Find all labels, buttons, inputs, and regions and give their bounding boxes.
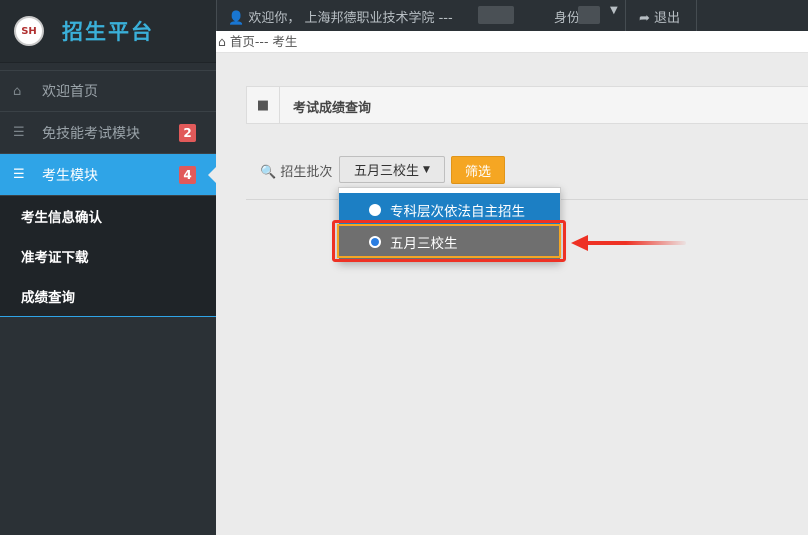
- list-icon: ☰: [13, 125, 25, 140]
- share-icon: ➦: [639, 11, 650, 26]
- page-title: 考试成绩查询: [293, 101, 372, 116]
- redacted-name: [478, 6, 514, 24]
- radio-icon: [369, 204, 381, 216]
- annotation-highlight-inner: [337, 224, 561, 258]
- logout-button[interactable]: ➦ 退出: [639, 7, 680, 26]
- filter-label: 🔍 招生批次: [260, 161, 332, 180]
- active-caret-icon: [208, 167, 216, 183]
- redacted-role: [578, 6, 600, 24]
- search-icon: 🔍: [260, 165, 277, 180]
- submenu-item-info-confirm[interactable]: 考生信息确认: [0, 196, 216, 236]
- divider: [216, 0, 217, 31]
- submenu-item-score-query[interactable]: 成绩查询: [0, 276, 216, 316]
- sidebar-item-candidate[interactable]: ☰ 考生模块 4: [0, 154, 216, 196]
- user-icon: ■: [247, 87, 280, 123]
- list-icon: ☰: [13, 167, 25, 182]
- sidebar-item-label: 免技能考试模块: [42, 125, 140, 142]
- sidebar-item-label: 欢迎首页: [42, 84, 98, 100]
- welcome-text: 👤 欢迎你， 上海邦德职业技术学院 ---: [228, 7, 453, 26]
- home-icon[interactable]: ⌂: [218, 34, 226, 49]
- count-badge: 2: [179, 124, 196, 142]
- panel-header: ■ 考试成绩查询: [246, 86, 808, 124]
- caret-down-icon: ▼: [423, 164, 430, 175]
- sidebar-item-exempt-exam[interactable]: ☰ 免技能考试模块 2: [0, 112, 216, 154]
- user-icon: 👤: [228, 11, 245, 26]
- top-bar: 👤 欢迎你， 上海邦德职业技术学院 --- 身份: ▼ ➦ 退出: [216, 0, 808, 31]
- filter-label-text: 招生批次: [280, 165, 333, 180]
- sidebar-item-home[interactable]: ⌂ 欢迎首页: [0, 70, 216, 112]
- candidate-submenu: 考生信息确认 准考证下载 成绩查询: [0, 196, 216, 317]
- welcome-label: 欢迎你， 上海邦德职业技术学院 ---: [248, 11, 453, 26]
- school-logo-icon: SH: [14, 16, 44, 46]
- arrow-left-icon: [571, 235, 588, 251]
- divider: [696, 0, 697, 31]
- breadcrumb: ⌂ 首页--- 考生: [216, 31, 808, 53]
- home-icon: ⌂: [13, 83, 22, 99]
- sidebar: SH 招生平台 ⌂ 欢迎首页 ☰ 免技能考试模块 2 ☰ 考生模块 4 考生信息…: [0, 0, 216, 535]
- sidebar-item-label: 考生模块: [42, 167, 98, 184]
- logout-label: 退出: [654, 11, 681, 26]
- brand-header: SH 招生平台: [0, 0, 216, 63]
- count-badge: 4: [179, 166, 196, 184]
- chevron-down-icon[interactable]: ▼: [610, 5, 618, 16]
- filter-button[interactable]: 筛选: [451, 156, 505, 184]
- batch-select-value: 五月三校生: [354, 164, 420, 179]
- option-label: 专科层次依法自主招生: [390, 204, 525, 220]
- annotation-arrow-shaft: [586, 241, 686, 245]
- submenu-item-admission-ticket[interactable]: 准考证下载: [0, 236, 216, 276]
- brand-title: 招生平台: [62, 20, 154, 44]
- batch-select[interactable]: 五月三校生 ▼: [339, 156, 445, 183]
- breadcrumb-text: 首页--- 考生: [229, 34, 298, 49]
- divider: [625, 0, 626, 31]
